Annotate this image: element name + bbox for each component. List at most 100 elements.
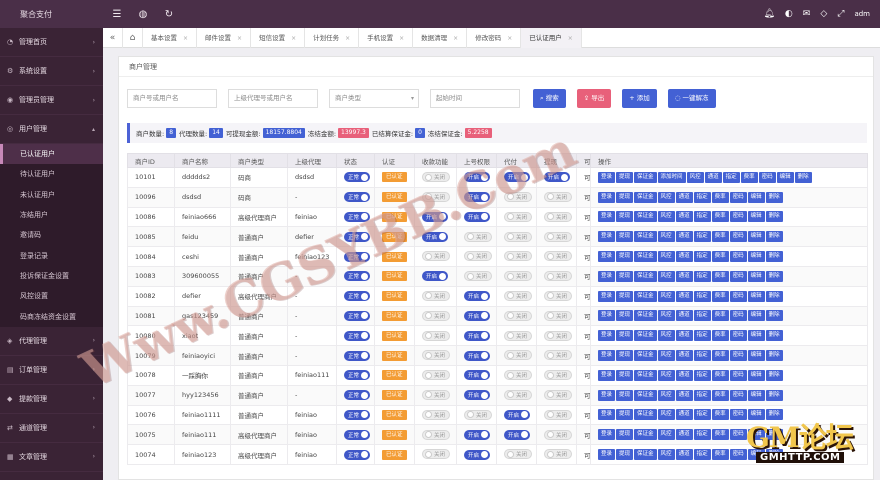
operation-button[interactable]: 风控 [657, 251, 675, 263]
sidebar-item[interactable]: ◎ 用户管理 ▴ [0, 115, 103, 144]
operation-button[interactable]: 删除 [765, 389, 783, 401]
toggle-off[interactable]: 关闭 [504, 191, 533, 202]
operation-button[interactable]: 提现 [616, 251, 634, 263]
operation-button[interactable]: 密码 [729, 369, 747, 381]
toggle-off[interactable]: 关闭 [504, 389, 533, 400]
status-toggle[interactable]: 正常 [344, 409, 371, 420]
sidebar-subitem[interactable]: 码商冻结资金设置 [0, 306, 103, 326]
tab-item[interactable]: 已认证用户 × [521, 27, 582, 48]
operation-button[interactable]: 删除 [765, 231, 783, 243]
operation-button[interactable]: 登录 [598, 409, 616, 421]
toggle-off[interactable]: 关闭 [504, 370, 533, 381]
operation-button[interactable]: 删除 [765, 251, 783, 263]
operation-button[interactable]: 费率 [711, 290, 729, 302]
operation-button[interactable]: 风控 [657, 369, 675, 381]
operation-button[interactable]: 保证金 [634, 171, 657, 183]
operation-button[interactable]: 删除 [765, 310, 783, 322]
operation-button[interactable]: 指定 [693, 350, 711, 362]
operation-button[interactable]: 提现 [616, 211, 634, 223]
operation-button[interactable]: 风控 [657, 389, 675, 401]
operation-button[interactable]: 风控 [686, 171, 704, 183]
sidebar-subitem[interactable]: 邀请码 [0, 225, 103, 245]
sidebar-subitem[interactable]: 风控设置 [0, 286, 103, 306]
operation-button[interactable]: 提现 [616, 270, 634, 282]
toggle-off[interactable]: 关闭 [504, 290, 533, 301]
toggle-on[interactable]: 开启 [464, 330, 491, 341]
toggle-off[interactable]: 关闭 [544, 409, 573, 420]
toggle-off[interactable]: 关闭 [544, 429, 573, 440]
toggle-off[interactable]: 关闭 [504, 231, 533, 242]
operation-button[interactable]: 指定 [693, 251, 711, 263]
operation-button[interactable]: 编辑 [747, 251, 765, 263]
sidebar-item[interactable]: ⇄ 通道管理 › [0, 414, 103, 443]
operation-button[interactable]: 保证金 [634, 290, 657, 302]
toggle-off[interactable]: 关闭 [544, 449, 573, 460]
operation-button[interactable]: 登录 [598, 449, 616, 461]
operation-button[interactable]: 保证金 [634, 350, 657, 362]
sidebar-item[interactable]: ◆ 提款管理 › [0, 385, 103, 414]
operation-button[interactable]: 通道 [675, 270, 693, 282]
operation-button[interactable]: 通道 [675, 449, 693, 461]
operation-button[interactable]: 风控 [657, 449, 675, 461]
close-icon[interactable]: × [237, 35, 242, 42]
operation-button[interactable]: 登录 [598, 171, 616, 183]
operation-button[interactable]: 费率 [711, 369, 729, 381]
toggle-on[interactable]: 开启 [464, 449, 491, 460]
toggle-on[interactable]: 开启 [464, 172, 491, 183]
operation-button[interactable]: 费率 [740, 171, 758, 183]
toggle-off[interactable]: 关闭 [422, 389, 451, 400]
toggle-off[interactable]: 关闭 [422, 370, 451, 381]
toggle-off[interactable]: 关闭 [464, 271, 493, 282]
toggle-off[interactable]: 关闭 [422, 350, 451, 361]
sidebar-subitem[interactable]: 登录记录 [0, 245, 103, 265]
globe-icon[interactable]: ◍ [130, 9, 156, 20]
close-icon[interactable]: × [291, 35, 296, 42]
operation-button[interactable]: 删除 [794, 171, 812, 183]
operation-button[interactable]: 费率 [711, 310, 729, 322]
operation-button[interactable]: 保证金 [634, 270, 657, 282]
operation-button[interactable]: 登录 [598, 191, 616, 203]
operation-button[interactable]: 风控 [657, 231, 675, 243]
operation-button[interactable]: 删除 [765, 290, 783, 302]
operation-button[interactable]: 风控 [657, 290, 675, 302]
toggle-off[interactable]: 关闭 [544, 330, 573, 341]
toggle-on[interactable]: 开启 [464, 211, 491, 222]
tab-item[interactable]: 计划任务 × [305, 27, 360, 48]
operation-button[interactable]: 保证金 [634, 449, 657, 461]
operation-button[interactable]: 费率 [711, 429, 729, 441]
refresh-icon[interactable]: ↻ [156, 9, 182, 20]
operation-button[interactable]: 提现 [616, 350, 634, 362]
operation-button[interactable]: 通道 [675, 310, 693, 322]
operation-button[interactable]: 删除 [765, 350, 783, 362]
tab-scroll-left-icon[interactable]: « [103, 27, 123, 48]
operation-button[interactable]: 保证金 [634, 310, 657, 322]
toggle-on[interactable]: 开启 [504, 172, 531, 183]
close-icon[interactable]: × [183, 35, 188, 42]
operation-button[interactable]: 通道 [675, 389, 693, 401]
operation-button[interactable]: 编辑 [747, 389, 765, 401]
operation-button[interactable]: 指定 [693, 449, 711, 461]
operation-button[interactable]: 指定 [722, 171, 740, 183]
toggle-off[interactable]: 关闭 [544, 231, 573, 242]
operation-button[interactable]: 密码 [729, 231, 747, 243]
message-icon[interactable]: ✉ [803, 9, 811, 19]
sidebar-subitem[interactable]: 待认证用户 [0, 164, 103, 184]
operation-button[interactable]: 指定 [693, 290, 711, 302]
operation-button[interactable]: 密码 [729, 191, 747, 203]
status-toggle[interactable]: 正常 [344, 429, 371, 440]
status-toggle[interactable]: 正常 [344, 350, 371, 361]
operation-button[interactable]: 保证金 [634, 409, 657, 421]
operation-button[interactable]: 通道 [675, 409, 693, 421]
close-icon[interactable]: × [453, 35, 458, 42]
toggle-off[interactable]: 关闭 [504, 211, 533, 222]
operation-button[interactable]: 费率 [711, 449, 729, 461]
operation-button[interactable]: 指定 [693, 270, 711, 282]
status-toggle[interactable]: 正常 [344, 449, 371, 460]
operation-button[interactable]: 风控 [657, 191, 675, 203]
operation-button[interactable]: 保证金 [634, 330, 657, 342]
operation-button[interactable]: 登录 [598, 310, 616, 322]
toggle-off[interactable]: 关闭 [544, 290, 573, 301]
operation-button[interactable]: 提现 [616, 449, 634, 461]
operation-button[interactable]: 通道 [675, 369, 693, 381]
toggle-off[interactable]: 关闭 [544, 251, 573, 262]
